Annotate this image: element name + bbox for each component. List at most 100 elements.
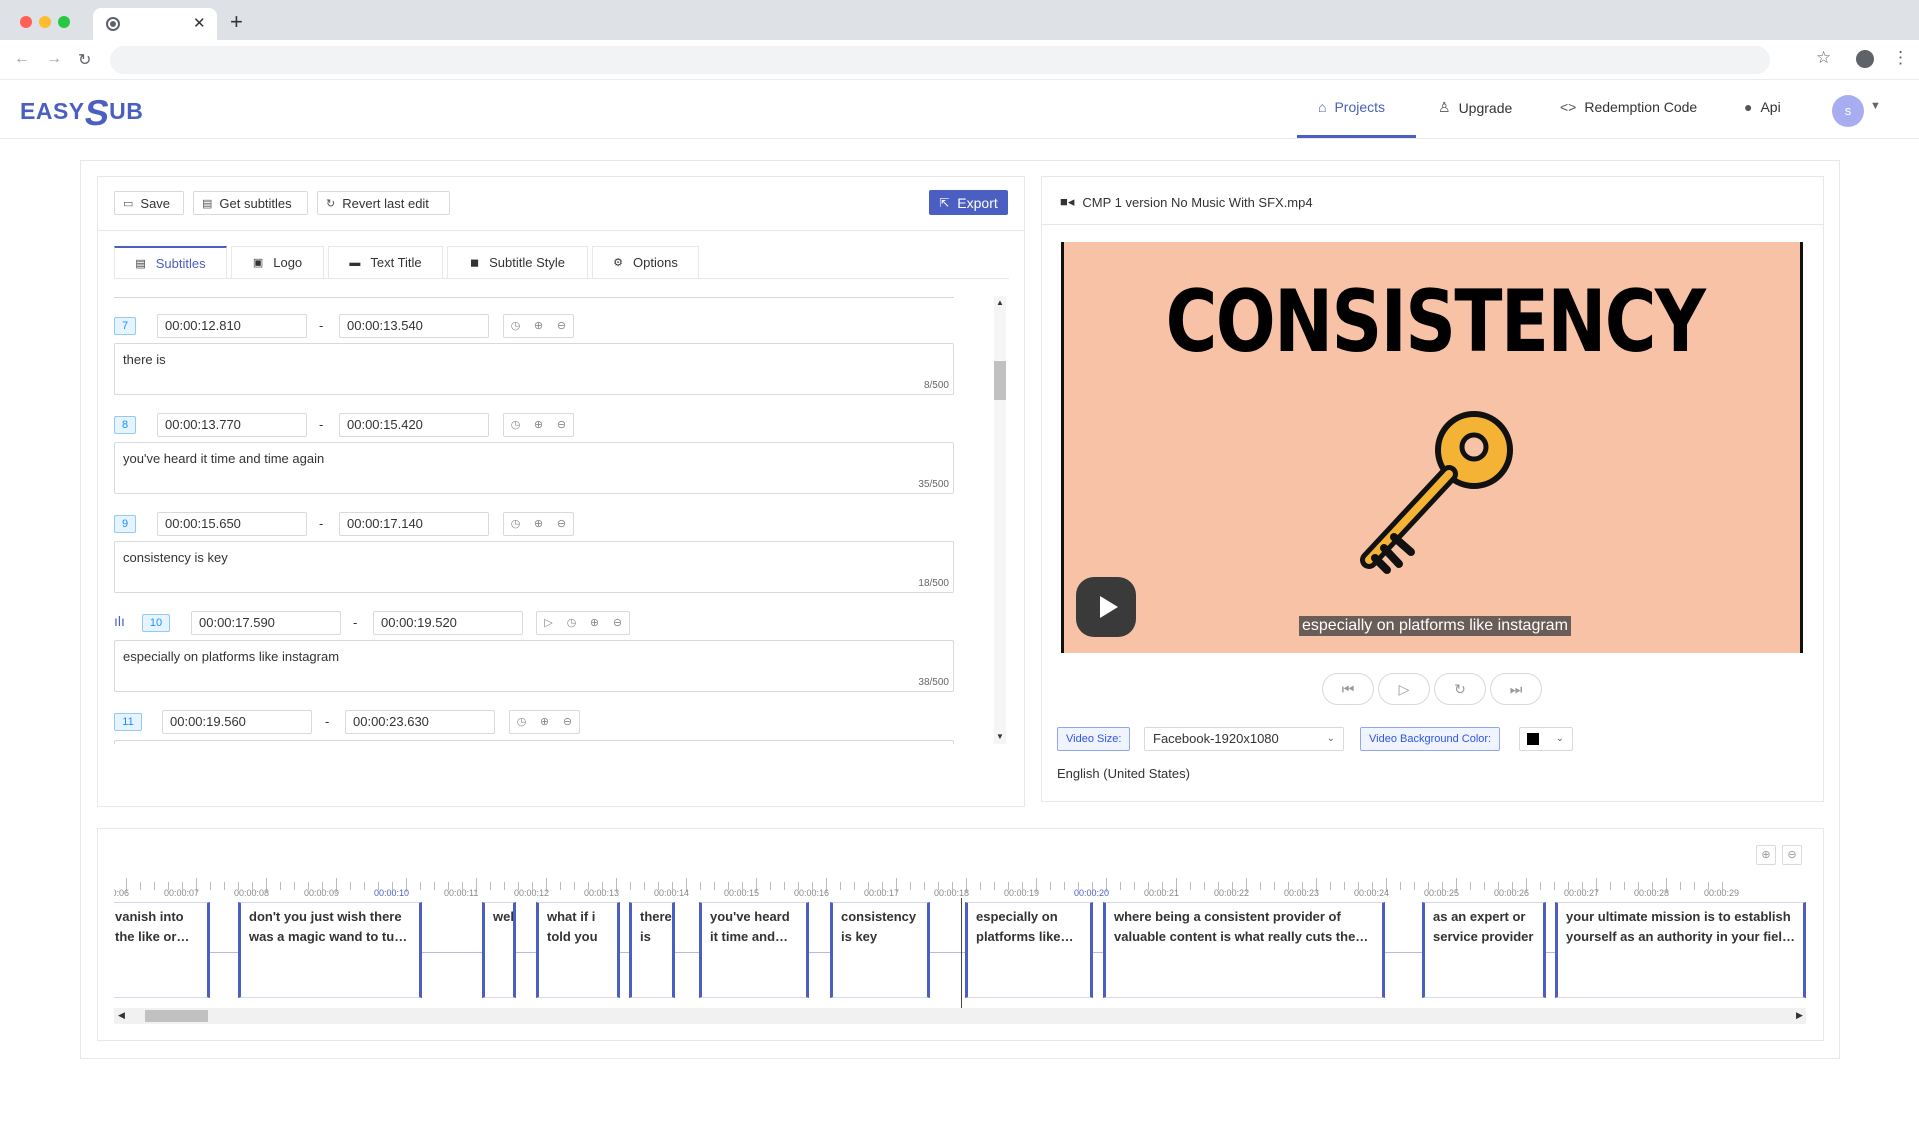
add-icon[interactable]: ⊕ — [533, 711, 556, 733]
end-time-input[interactable]: 00:00:17.140 — [339, 512, 489, 536]
sync-icon[interactable]: ◷ — [510, 711, 533, 733]
subtitle-text-area[interactable]: you've heard it time and time again35/50… — [114, 442, 954, 494]
skip-forward-button[interactable]: ⏭ — [1490, 673, 1542, 705]
nav-upgrade[interactable]: ♙Upgrade — [1438, 99, 1512, 116]
subtitle-text-area[interactable]: especially on platforms like instagram38… — [114, 640, 954, 692]
tab-logo[interactable]: ▣Logo — [231, 246, 324, 279]
timeline-clip[interactable]: what if i told you — [536, 902, 620, 998]
easysub-logo[interactable]: EASYSUB — [20, 92, 143, 134]
bg-color-picker[interactable]: ⌄ — [1519, 727, 1573, 751]
sync-icon[interactable]: ◷ — [504, 513, 527, 535]
timeline-clip[interactable]: don't you just wish there was a magic wa… — [238, 902, 422, 998]
tab-subtitle-style[interactable]: ◼Subtitle Style — [447, 246, 588, 279]
add-icon[interactable]: ⊕ — [527, 414, 550, 436]
get-subtitles-button[interactable]: ▤Get subtitles — [193, 191, 308, 215]
start-time-input[interactable]: 00:00:12.810 — [157, 314, 307, 338]
add-icon[interactable]: ⊕ — [527, 315, 550, 337]
scrollbar-thumb[interactable] — [994, 361, 1006, 400]
add-icon[interactable]: ⊕ — [527, 513, 550, 535]
play-icon[interactable]: ▷ — [537, 612, 560, 634]
zoom-in-button[interactable]: ⊕ — [1756, 845, 1776, 865]
close-window-dot[interactable] — [20, 16, 32, 28]
timeline-clip[interactable]: you've heard it time and… — [699, 902, 809, 998]
remove-icon[interactable]: ⊖ — [550, 315, 573, 337]
scroll-right-icon[interactable]: ▶ — [1796, 1010, 1803, 1021]
timeline-clip[interactable]: as an expert or service provider — [1422, 902, 1546, 998]
end-time-input[interactable]: 00:00:15.420 — [339, 413, 489, 437]
subtitle-text-area[interactable]: consistency is key18/500 — [114, 541, 954, 593]
play-overlay-button[interactable] — [1076, 577, 1136, 637]
timeline-clip[interactable]: there is — [629, 902, 675, 998]
new-tab-button[interactable]: + — [230, 11, 243, 33]
start-time-input[interactable]: 00:00:13.770 — [157, 413, 307, 437]
zoom-out-button[interactable]: ⊖ — [1782, 845, 1802, 865]
remove-icon[interactable]: ⊖ — [606, 612, 629, 634]
omnibox[interactable] — [110, 46, 1770, 74]
revert-last-edit-button[interactable]: ↻Revert last edit — [317, 191, 450, 215]
back-icon[interactable]: ← — [14, 50, 30, 68]
reload-icon[interactable]: ↻ — [78, 50, 91, 70]
nav-projects[interactable]: ⌂Projects — [1318, 99, 1385, 115]
ruler-tick — [1134, 882, 1135, 890]
video-caption: especially on platforms like instagram — [1299, 616, 1571, 636]
end-time-input[interactable]: 00:00:23.630 — [345, 710, 495, 734]
skip-back-button[interactable]: ⏮ — [1322, 673, 1374, 705]
bookmark-star-icon[interactable]: ☆ — [1816, 48, 1831, 68]
chevron-down-icon[interactable]: ▼ — [1870, 100, 1881, 112]
replay-button[interactable]: ↻ — [1434, 673, 1486, 705]
tab-subtitles[interactable]: ▤Subtitles — [114, 246, 227, 279]
subtitle-list[interactable]: 7 00:00:12.810 - 00:00:13.540 ◷⊕⊖ there … — [114, 296, 994, 744]
ruler-tick — [630, 882, 631, 890]
nav-redemption-code[interactable]: <>Redemption Code — [1560, 99, 1697, 115]
scroll-down-icon[interactable]: ▼ — [996, 732, 1004, 741]
revert-icon: ↻ — [326, 197, 335, 210]
remove-icon[interactable]: ⊖ — [550, 513, 573, 535]
timeline-scrollbar[interactable] — [114, 1008, 1806, 1024]
minimize-window-dot[interactable] — [39, 16, 51, 28]
timeline-track[interactable]: vanish into the like or… don't you just w… — [114, 902, 1806, 998]
save-button[interactable]: ▭Save — [114, 191, 184, 215]
video-size-select[interactable]: Facebook-1920x1080⌄ — [1144, 727, 1344, 751]
timeline-clip[interactable]: wel — [482, 902, 516, 998]
remove-icon[interactable]: ⊖ — [556, 711, 579, 733]
timeline-clip[interactable]: vanish into the like or… — [114, 902, 210, 998]
playhead[interactable] — [961, 898, 962, 1008]
sync-icon[interactable]: ◷ — [504, 414, 527, 436]
scroll-up-icon[interactable]: ▲ — [996, 298, 1004, 307]
language-label: English (United States) — [1057, 766, 1190, 781]
user-avatar[interactable]: s — [1832, 95, 1864, 127]
timeline-ruler[interactable]: 00:00:0600:00:0700:00:0800:00:0900:00:10… — [114, 876, 1806, 898]
maximize-window-dot[interactable] — [58, 16, 70, 28]
timeline-scroll-thumb[interactable] — [145, 1010, 208, 1022]
timeline-clip[interactable]: where being a consistent provider of val… — [1103, 902, 1385, 998]
timeline-clip[interactable]: your ultimate mission is to establish yo… — [1555, 902, 1806, 998]
end-time-input[interactable]: 00:00:13.540 — [339, 314, 489, 338]
export-button[interactable]: ⇱Export — [929, 190, 1008, 215]
end-time-input[interactable]: 00:00:19.520 — [373, 611, 523, 635]
tab-text-title[interactable]: ▬Text Title — [328, 246, 443, 279]
browser-tab[interactable]: ✕ — [93, 8, 217, 40]
subtitle-text-area[interactable] — [114, 740, 954, 744]
start-time-input[interactable]: 00:00:17.590 — [191, 611, 341, 635]
browser-menu-icon[interactable]: ⋮ — [1892, 48, 1909, 68]
sync-icon[interactable]: ◷ — [504, 315, 527, 337]
timeline-clip[interactable]: especially on platforms like… — [965, 902, 1093, 998]
scroll-left-icon[interactable]: ◀ — [118, 1010, 125, 1021]
nav-api[interactable]: ●Api — [1744, 99, 1781, 115]
ruler-label: 00:00:09 — [304, 888, 339, 898]
sync-icon[interactable]: ◷ — [560, 612, 583, 634]
tabs-baseline — [114, 278, 1009, 279]
play-button[interactable]: ▷ — [1378, 673, 1430, 705]
video-player[interactable]: CONSISTENCY especially on platforms like… — [1061, 242, 1803, 653]
start-time-input[interactable]: 00:00:19.560 — [162, 710, 312, 734]
tab-close-icon[interactable]: ✕ — [193, 14, 206, 32]
add-icon[interactable]: ⊕ — [583, 612, 606, 634]
remove-icon[interactable]: ⊖ — [550, 414, 573, 436]
start-time-input[interactable]: 00:00:15.650 — [157, 512, 307, 536]
subtitles-icon: ▤ — [202, 197, 212, 210]
subtitle-text-area[interactable]: there is8/500 — [114, 343, 954, 395]
timeline-clip[interactable]: consistency is key — [830, 902, 930, 998]
forward-icon[interactable]: → — [46, 50, 62, 68]
profile-icon[interactable] — [1856, 50, 1874, 68]
tab-options[interactable]: ⚙Options — [592, 246, 699, 279]
